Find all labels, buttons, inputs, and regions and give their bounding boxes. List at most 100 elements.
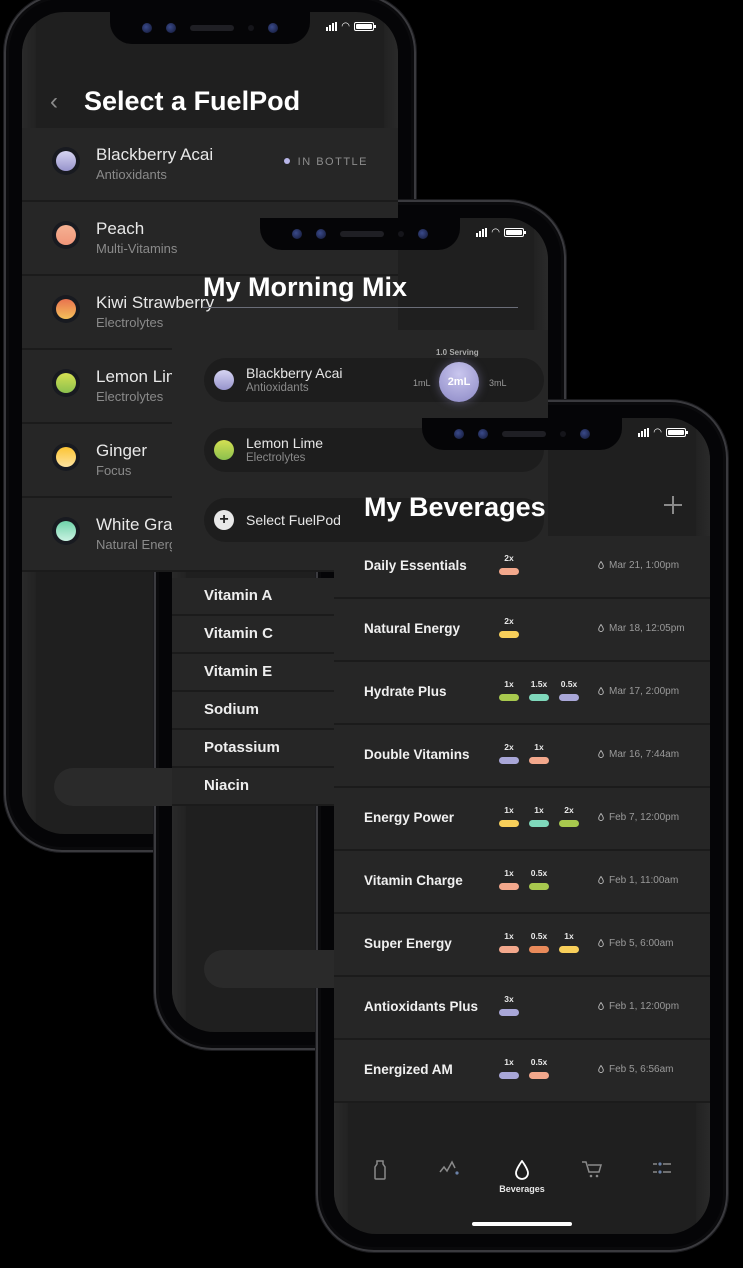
dose-amount: 1x <box>504 1057 514 1067</box>
back-button[interactable]: ‹ <box>50 88 58 116</box>
pod-color-capsule <box>529 694 549 701</box>
pod-category: Electrolytes <box>96 315 164 330</box>
signal-icon <box>326 22 338 31</box>
pod-color-capsule <box>529 883 549 890</box>
beverage-row[interactable]: Vitamin Charge 1x 0.5x Feb 1, 11:00am <box>334 851 710 914</box>
mix-name-input[interactable]: My Morning Mix <box>203 272 407 303</box>
tab-activity[interactable] <box>430 1160 470 1176</box>
dose-list: 2x <box>499 553 519 575</box>
dose-list: 1x 0.5x <box>499 868 549 890</box>
page-title: Select a FuelPod <box>84 86 301 116</box>
dose-item: 2x <box>499 616 519 638</box>
notch <box>422 418 622 450</box>
dose-item: 0.5x <box>529 1057 549 1079</box>
chip-category: Electrolytes <box>246 452 306 464</box>
wifi-icon: ◠ <box>653 427 662 438</box>
drop-icon <box>598 624 604 632</box>
pod-color-capsule <box>529 757 549 764</box>
tab-bottle[interactable] <box>360 1160 400 1180</box>
beverage-list: Daily Essentials 2x Mar 21, 1:00pm Natura… <box>334 536 710 1103</box>
wifi-icon: ◠ <box>491 227 500 238</box>
ml-option-3[interactable]: 3mL <box>489 378 507 388</box>
status-bar: ◠ <box>638 427 688 438</box>
drop-icon <box>598 750 604 758</box>
beverage-date: Feb 7, 12:00pm <box>598 812 679 823</box>
pod-category: Focus <box>96 463 132 478</box>
dose-amount: 1.5x <box>530 679 548 689</box>
tab-beverages[interactable] <box>502 1160 542 1180</box>
serving-label: 1.0 Serving <box>436 348 479 357</box>
ml-option-1[interactable]: 1mL <box>413 378 431 388</box>
dose-amount: 2x <box>564 805 574 815</box>
date-text: Feb 1, 11:00am <box>609 875 679 886</box>
beverage-row[interactable]: Energy Power 1x 1x 2x Feb 7, 12:00pm <box>334 788 710 851</box>
page-title: My Beverages <box>364 492 546 522</box>
beverage-row[interactable]: Hydrate Plus 1x 1.5x 0.5x Mar 17, 2:00pm <box>334 662 710 725</box>
dose-item: 1x <box>499 931 519 953</box>
dose-list: 1x 0.5x <box>499 1057 549 1079</box>
home-indicator[interactable] <box>472 1222 572 1226</box>
dose-list: 3x <box>499 994 519 1016</box>
beverage-row[interactable]: Super Energy 1x 0.5x 1x Feb 5, 6:00am <box>334 914 710 977</box>
notch <box>110 12 310 44</box>
status-bar: ◠ <box>476 227 526 238</box>
drop-icon <box>598 876 604 884</box>
date-text: Feb 1, 12:00pm <box>609 1001 680 1012</box>
pod-category: Multi-Vitamins <box>96 241 178 256</box>
chip-name: Lemon Lime <box>246 435 324 451</box>
pod-category: Natural Energy <box>96 537 183 552</box>
date-text: Mar 17, 2:00pm <box>609 686 680 697</box>
drop-icon <box>598 687 604 695</box>
beverage-row[interactable]: Antioxidants Plus 3x Feb 1, 12:00pm <box>334 977 710 1040</box>
dose-amount: 0.5x <box>530 1057 548 1067</box>
dose-list: 2x <box>499 616 519 638</box>
dose-item: 0.5x <box>529 868 549 890</box>
ml-option-selected[interactable]: 2mL <box>439 362 479 402</box>
beverage-name: Energy Power <box>364 810 455 825</box>
fuelpod-row[interactable]: Blackberry Acai Antioxidants IN BOTTLE <box>22 128 398 202</box>
pod-color-capsule <box>499 1072 519 1079</box>
beverage-row[interactable]: Double Vitamins 2x 1x Mar 16, 7:44am <box>334 725 710 788</box>
pod-color-icon <box>56 299 76 319</box>
dose-amount: 0.5x <box>530 931 548 941</box>
beverage-date: Mar 21, 1:00pm <box>598 560 679 571</box>
dose-item: 1x <box>499 679 519 701</box>
dose-item: 1x <box>529 805 549 827</box>
beverage-name: Hydrate Plus <box>364 684 447 699</box>
bottle-icon <box>374 1160 386 1180</box>
beverage-name: Daily Essentials <box>364 558 467 573</box>
chip-category: Antioxidants <box>246 382 309 394</box>
beverage-date: Feb 5, 6:00am <box>598 938 673 949</box>
dose-amount: 1x <box>534 805 544 815</box>
add-beverage-button[interactable] <box>664 496 682 514</box>
pod-color-capsule <box>529 946 549 953</box>
date-text: Mar 18, 12:05pm <box>609 623 685 634</box>
dose-item: 1x <box>499 1057 519 1079</box>
battery-icon <box>504 228 526 237</box>
pod-color-capsule <box>499 568 519 575</box>
notch <box>260 218 460 250</box>
pod-category: Electrolytes <box>96 389 164 404</box>
pod-category: Antioxidants <box>96 167 167 182</box>
drop-icon <box>598 939 604 947</box>
tab-beverages-label: Beverages <box>499 1184 545 1194</box>
pod-color-capsule <box>499 757 519 764</box>
chip-name: Blackberry Acai <box>246 365 343 381</box>
beverage-date: Feb 1, 11:00am <box>598 875 678 886</box>
dose-amount: 1x <box>504 679 514 689</box>
drop-icon <box>598 813 604 821</box>
pod-color-icon <box>214 440 234 460</box>
dose-list: 1x 1x 2x <box>499 805 579 827</box>
dose-item: 1.5x <box>529 679 549 701</box>
tab-cart[interactable] <box>572 1160 612 1180</box>
pod-color-capsule <box>559 946 579 953</box>
beverage-row[interactable]: Natural Energy 2x Mar 18, 12:05pm <box>334 599 710 662</box>
tab-settings[interactable] <box>642 1160 682 1176</box>
pod-color-icon <box>56 225 76 245</box>
date-text: Feb 7, 12:00pm <box>609 812 680 823</box>
dose-amount: 2x <box>504 616 514 626</box>
beverage-row[interactable]: Energized AM 1x 0.5x Feb 5, 6:56am <box>334 1040 710 1103</box>
beverage-row[interactable]: Daily Essentials 2x Mar 21, 1:00pm <box>334 536 710 599</box>
dose-item: 1x <box>529 742 549 764</box>
battery-icon <box>354 22 376 31</box>
